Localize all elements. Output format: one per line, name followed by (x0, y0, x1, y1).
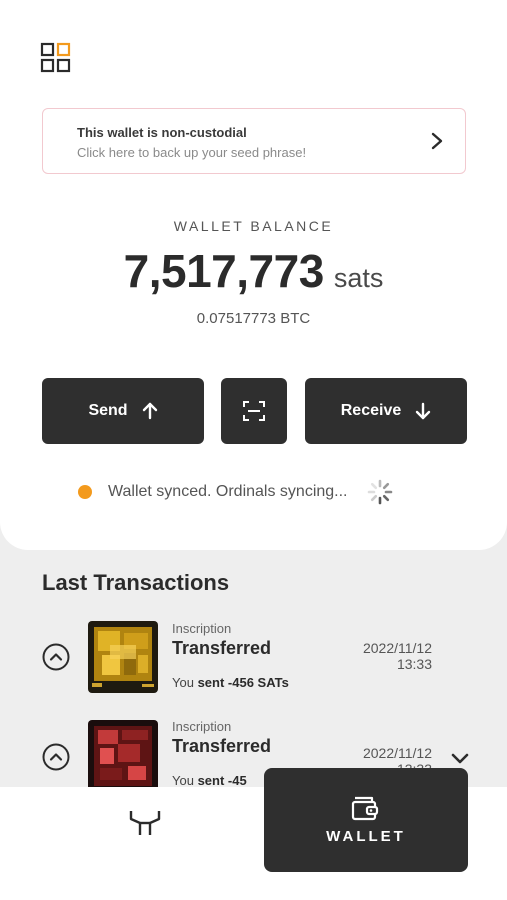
expand-toggle-icon[interactable] (42, 743, 70, 771)
transaction-date: 2022/11/12 (362, 640, 432, 656)
activity-icon[interactable] (128, 807, 162, 837)
inscription-thumbnail (88, 720, 158, 792)
sync-status-dot (78, 485, 92, 499)
sync-status: Wallet synced. Ordinals syncing... (78, 479, 394, 505)
banner-subtitle: Click here to back up your seed phrase! (77, 145, 307, 160)
sync-status-text: Wallet synced. Ordinals syncing... (108, 483, 348, 500)
banner-title: This wallet is non-custodial (77, 125, 247, 140)
grid-menu-icon[interactable] (40, 42, 72, 74)
transaction-description: You sent -45 (172, 773, 247, 788)
transaction-date: 2022/11/12 (362, 745, 432, 761)
wallet-tab[interactable]: WALLET (264, 768, 468, 872)
receive-button[interactable]: Receive (305, 378, 467, 444)
backup-seed-banner[interactable]: This wallet is non-custodial Click here … (42, 108, 466, 174)
scan-icon (243, 401, 265, 421)
scan-button[interactable] (221, 378, 287, 444)
balance-unit: sats (333, 263, 384, 293)
wallet-icon (351, 796, 379, 821)
balance-value: 7,517,773 (123, 245, 325, 297)
transaction-title: Transferred (172, 736, 272, 756)
inscription-thumbnail (88, 621, 158, 693)
send-button[interactable]: Send (42, 378, 204, 444)
chevron-right-icon (431, 132, 443, 150)
wallet-tab-label: WALLET (326, 828, 406, 845)
transaction-description: You sent -456 SATs (172, 675, 289, 690)
balance-btc: 0.07517773 BTC (196, 310, 311, 327)
transaction-title: Transferred (172, 638, 272, 658)
balance-row: 7,517,773 sats (0, 244, 507, 298)
balance-label: WALLET BALANCE (173, 218, 334, 234)
send-label: Send (88, 402, 128, 419)
chevron-down-icon[interactable] (450, 752, 470, 766)
arrow-down-icon (416, 402, 431, 420)
transaction-datetime: 2022/11/12 13:33 (363, 640, 432, 672)
loading-spinner-icon (367, 479, 392, 505)
expand-toggle-icon[interactable] (42, 643, 70, 671)
transaction-type: Inscription (172, 621, 232, 636)
arrow-up-icon (142, 402, 157, 420)
transaction-type: Inscription (172, 719, 232, 734)
transaction-time: 13:33 (396, 656, 432, 672)
wallet-card: This wallet is non-custodial Click here … (0, 0, 507, 550)
transactions-heading: Last Transactions (42, 570, 230, 595)
receive-label: Receive (340, 402, 402, 419)
transaction-row[interactable]: Inscription Transferred You sent -456 SA… (0, 616, 507, 700)
